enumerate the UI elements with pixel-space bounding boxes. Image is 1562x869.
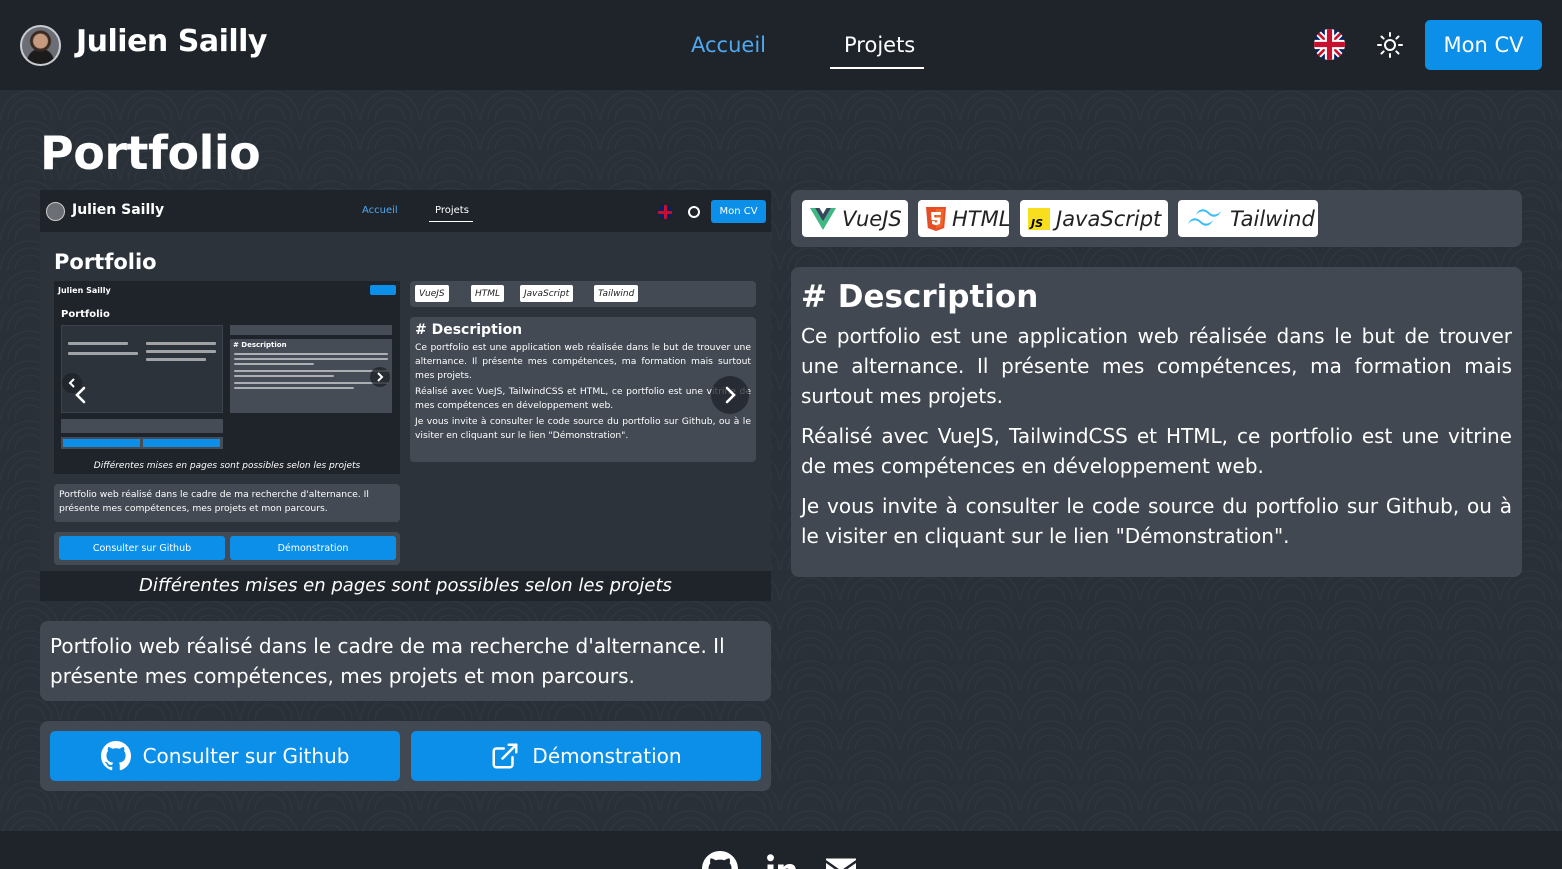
preview-description-p3: Je vous invite à consulter le code sourc… <box>415 416 751 441</box>
preview-navbar: Julien Sailly Accueil Projets Mon CV <box>40 190 771 232</box>
github-icon[interactable] <box>702 851 738 869</box>
preview-inner-tags <box>230 325 392 335</box>
tag-html: HTML <box>918 200 1011 237</box>
preview-tag: Tailwind <box>594 285 639 302</box>
preview-inner-title: Portfolio <box>61 309 110 320</box>
preview-tag: HTML <box>471 285 505 302</box>
preview-avatar <box>46 202 65 221</box>
preview-nav-indicator <box>429 221 473 222</box>
demo-button[interactable]: Démonstration <box>411 731 761 781</box>
tech-tags: VueJS HTML JS JavaScript Tailwind <box>791 190 1522 247</box>
preview-inner-desc-title: # Description <box>233 341 287 349</box>
javascript-icon: JS <box>1028 207 1050 230</box>
description-title: # Description <box>801 279 1039 315</box>
nav-home[interactable]: Accueil <box>691 33 766 57</box>
preview-nav-home: Accueil <box>362 205 398 216</box>
external-link-icon <box>492 743 518 769</box>
tag-vuejs: VueJS <box>802 200 908 237</box>
brand-name[interactable]: Julien Sailly <box>76 24 268 59</box>
preview-inner-cv <box>370 285 396 295</box>
preview-sun-icon <box>688 206 700 218</box>
demo-button-label: Démonstration <box>532 744 682 768</box>
project-screenshot: Julien Sailly Accueil Projets Mon CV Por… <box>40 190 771 601</box>
vue-icon <box>810 207 836 230</box>
cv-button[interactable]: Mon CV <box>1425 20 1542 70</box>
preview-nav-projects: Projets <box>435 205 469 216</box>
preview-description: # Description Ce portfolio est une appli… <box>410 317 756 462</box>
carousel-next-icon[interactable] <box>711 376 749 414</box>
preview-inner-desc: # Description <box>230 339 392 413</box>
tag-tailwind: Tailwind <box>1178 200 1318 237</box>
screenshot-caption: Différentes mises en pages sont possible… <box>40 571 771 601</box>
uk-flag-icon[interactable] <box>1314 29 1345 60</box>
preview-title: Portfolio <box>54 250 157 274</box>
description-paragraph-3: Je vous invite à consulter le code sourc… <box>801 494 1512 548</box>
preview-tag: VueJS <box>415 285 449 302</box>
tag-javascript: JS JavaScript <box>1020 200 1168 237</box>
project-description: # Description Ce portfolio est une appli… <box>791 267 1522 577</box>
nav-projects[interactable]: Projets <box>844 33 915 57</box>
preview-description-p2: Réalisé avec VueJS, TailwindCSS et HTML,… <box>415 386 751 411</box>
preview-inner-next-icon <box>370 367 390 387</box>
project-summary: Portfolio web réalisé dans le cadre de m… <box>40 621 771 701</box>
preview-caption: Différentes mises en pages sont possible… <box>93 461 361 471</box>
tag-label: HTML <box>952 206 1011 231</box>
preview-tags-bar: VueJS HTML JavaScript Tailwind <box>410 281 756 307</box>
carousel-prev-icon[interactable] <box>62 376 100 414</box>
tag-label: Tailwind <box>1230 206 1315 231</box>
preview-buttons: Consulter sur Github Démonstration <box>54 532 400 565</box>
avatar <box>20 25 61 66</box>
preview-github-button: Consulter sur Github <box>59 536 225 560</box>
sun-icon[interactable] <box>1377 32 1403 58</box>
github-button[interactable]: Consulter sur Github <box>50 731 400 781</box>
page-title: Portfolio <box>40 126 261 180</box>
preview-inner-btns <box>61 437 223 449</box>
preview-description-title: # Description <box>415 322 523 338</box>
preview-brand: Julien Sailly <box>72 202 165 218</box>
footer <box>0 831 1562 869</box>
project-actions: Consulter sur Github Démonstration <box>40 721 771 791</box>
linkedin-icon[interactable] <box>763 851 799 869</box>
preview-inner-screenshot: Julien Sailly Portfolio # Description <box>54 281 400 474</box>
description-paragraph-1: Ce portfolio est une application web réa… <box>801 324 1512 408</box>
html5-icon <box>926 206 946 231</box>
preview-cv-button: Mon CV <box>711 200 766 223</box>
preview-summary: Portfolio web réalisé dans le cadre de m… <box>54 484 400 522</box>
tag-label: VueJS <box>842 206 902 231</box>
preview-description-p1: Ce portfolio est une application web réa… <box>415 342 751 381</box>
tag-label: JavaScript <box>1056 206 1162 231</box>
preview-inner-brand: Julien Sailly <box>58 286 111 295</box>
preview-flag-icon <box>658 205 672 219</box>
github-icon <box>100 741 131 771</box>
description-paragraph-2: Réalisé avec VueJS, TailwindCSS et HTML,… <box>801 424 1512 478</box>
svg-text:JS: JS <box>1029 217 1043 230</box>
top-navbar: Julien Sailly Accueil Projets Mon CV <box>0 0 1562 90</box>
preview-demo-button: Démonstration <box>230 536 396 560</box>
tailwind-icon <box>1188 208 1221 226</box>
active-nav-indicator <box>830 67 924 69</box>
preview-inner-info <box>61 419 223 433</box>
github-button-label: Consulter sur Github <box>142 744 350 768</box>
preview-tag: JavaScript <box>520 285 574 302</box>
mail-icon[interactable] <box>823 851 859 869</box>
